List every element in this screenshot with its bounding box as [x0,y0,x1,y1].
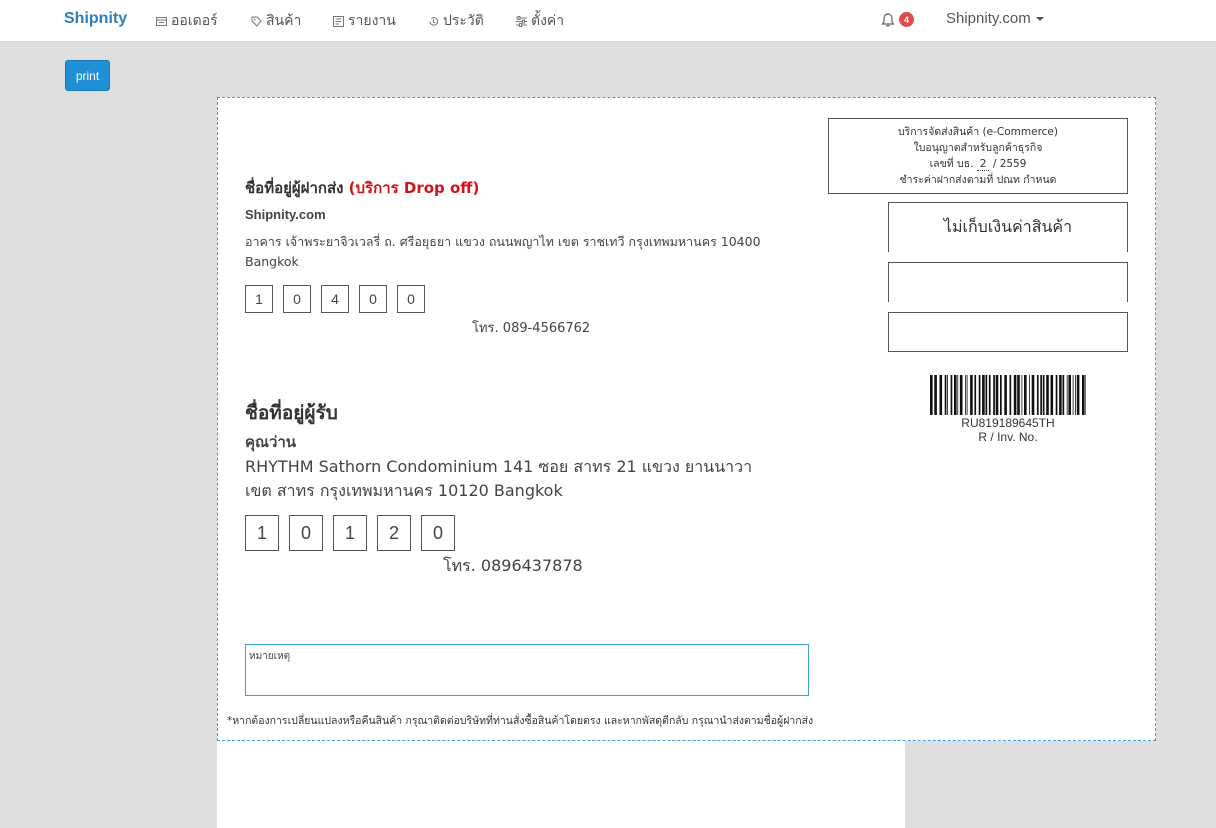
report-icon [333,15,344,27]
nav-history[interactable]: ประวัติ [428,10,484,32]
paper-sheet [217,741,905,828]
sender-heading: ชื่อที่อยู่ผู้ฝากส่ง (บริการ Drop off) [245,176,479,200]
shipping-label: ชื่อที่อยู่ผู้ฝากส่ง (บริการ Drop off) S… [217,97,1156,741]
blank-box [888,262,1128,302]
nav-reports[interactable]: รายงาน [333,10,396,32]
note-label: หมายเหตุ [249,651,291,662]
sender-title: ชื่อที่อยู่ผู้ฝากส่ง [245,179,344,197]
print-button[interactable]: print [65,60,110,91]
receiver-phone: โทร. 0896437878 [443,556,583,575]
top-navbar: Shipnity ออเดอร์ สินค้า รายงาน ประวัติ ต… [0,0,1216,42]
receiver-title: ชื่อที่อยู่ผู้รับ [245,402,338,424]
sender-address: อาคาร เจ้าพระยาจิวเวลรี่ ถ. ศรีอยุธยา แข… [245,232,805,272]
zip-digit: 1 [245,515,279,551]
note-field[interactable]: หมายเหตุ [245,644,809,696]
nav-settings[interactable]: ตั้งค่า [516,10,564,32]
tag-icon [251,16,262,27]
blank-box [888,312,1128,352]
sender-address-line1: อาคาร เจ้าพระยาจิวเวลรี่ ถ. ศรีอยุธยา แข… [245,234,761,249]
nav-history-label: ประวัติ [443,13,484,29]
receiver-zip: 1 0 1 2 0 [245,515,455,551]
orders-icon [156,16,167,26]
permit-line2: ใบอนุญาตสำหรับลูกค้าธุรกิจ [913,142,1043,154]
cod-text: ไม่เก็บเงินค่าสินค้า [943,217,1073,236]
sender-name: Shipnity.com [245,207,326,222]
account-name: Shipnity.com [946,10,1031,27]
account-dropdown[interactable]: Shipnity.com [946,10,1044,27]
zip-digit: 0 [289,515,323,551]
zip-digit: 0 [397,285,425,313]
permit-number: 2 [976,158,990,171]
cod-box: ไม่เก็บเงินค่าสินค้า [888,202,1128,252]
nav-orders[interactable]: ออเดอร์ [156,10,218,32]
notification-badge: 4 [899,12,914,27]
sender-phone: โทร. 089-4566762 [472,321,591,336]
tracking-number: RU819189645TH [961,416,1055,430]
sender-zip: 1 0 4 0 0 [245,285,425,313]
history-icon [429,16,439,26]
nav-products[interactable]: สินค้า [251,10,301,32]
nav-products-label: สินค้า [266,13,302,29]
permit-line1: บริการจัดส่งสินค้า (e-Commerce) [898,126,1058,138]
nav-orders-label: ออเดอร์ [171,13,218,29]
permit-number-suffix: / 2559 [992,158,1027,170]
tracking-caption: R / Inv. No. [978,430,1038,444]
bell-icon[interactable] [880,12,896,28]
permit-line3: เลขที่ บธ. 2 / 2559 [829,156,1127,172]
sender-address-line2: Bangkok [245,254,299,269]
permit-number-prefix: เลขที่ บธ. [929,158,974,170]
zip-digit: 0 [283,285,311,313]
brand-link[interactable]: Shipnity [64,10,127,28]
settings-sliders-icon [516,15,527,27]
tracking-block: RU819189645TH R / Inv. No. [908,416,1108,444]
receiver-address-line1: RHYTHM Sathorn Condominium 141 ซอย สาทร … [245,457,753,476]
zip-digit: 2 [377,515,411,551]
nav-settings-label: ตั้งค่า [531,13,565,29]
zip-digit: 0 [421,515,455,551]
zip-digit: 1 [333,515,367,551]
permit-line4: ชำระค่าฝากส่งตามที่ ปณท กำหนด [899,174,1057,186]
permit-box: บริการจัดส่งสินค้า (e-Commerce) ใบอนุญาต… [828,118,1128,194]
return-footnote: *หากต้องการเปลี่ยนแปลงหรือคืนสินค้า กรุณ… [227,715,814,727]
zip-digit: 0 [359,285,387,313]
receiver-name: คุณว่าน [245,433,297,451]
zip-digit: 4 [321,285,349,313]
receiver-address: RHYTHM Sathorn Condominium 141 ซอย สาทร … [245,455,805,503]
zip-digit: 1 [245,285,273,313]
nav-reports-label: รายงาน [348,13,396,29]
chevron-down-icon [1035,16,1044,21]
drop-off-service: (บริการ Drop off) [348,179,480,197]
barcode-image [930,375,1086,415]
receiver-address-line2: เขต สาทร กรุงเทพมหานคร 10120 Bangkok [245,481,563,500]
